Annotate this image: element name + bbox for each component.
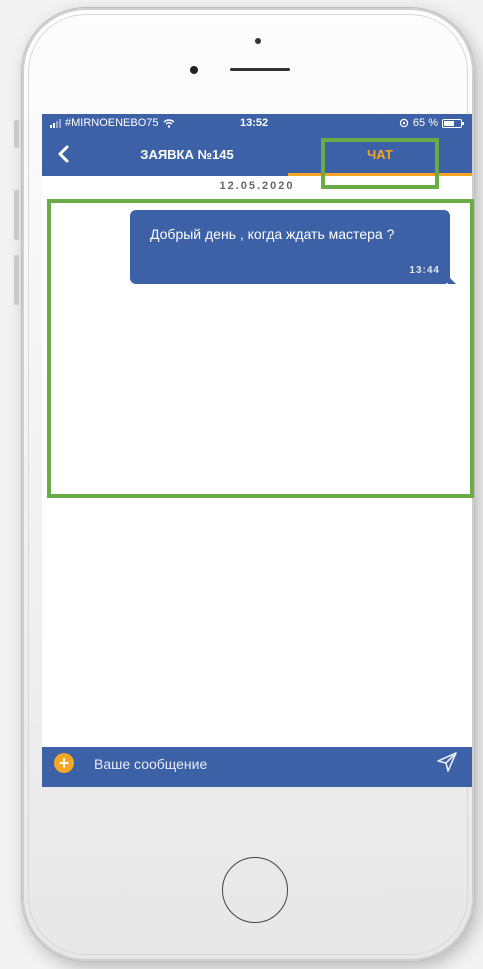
wifi-icon [163,118,174,128]
mute-switch [14,120,19,148]
carrier-name: #MIRNOENEBO75 [65,117,159,129]
orientation-lock-icon [399,118,409,128]
message-input[interactable] [92,749,416,779]
earpiece-speaker [230,68,290,71]
tab-request[interactable]: ЗАЯВКА №145 [102,134,272,176]
battery-icon [442,118,464,128]
carrier-info: #MIRNOENEBO75 [50,117,175,129]
highlight-message-area [47,199,474,498]
status-bar: #MIRNOENEBO75 13:52 65 % [42,114,472,134]
highlight-chat-tab [321,138,439,189]
chevron-left-icon[interactable] [52,142,76,166]
front-camera [190,66,198,74]
volume-up-button [14,190,19,240]
proximity-sensor [255,38,261,44]
status-time: 13:52 [240,117,269,129]
battery-percent: 65 % [412,117,438,129]
message-composer: + [42,747,472,787]
plus-icon[interactable]: + [54,753,74,773]
home-button[interactable] [222,857,288,923]
volume-down-button [14,255,19,305]
send-icon[interactable] [434,749,460,775]
signal-icon [50,118,61,128]
status-right: 65 % [399,117,464,129]
